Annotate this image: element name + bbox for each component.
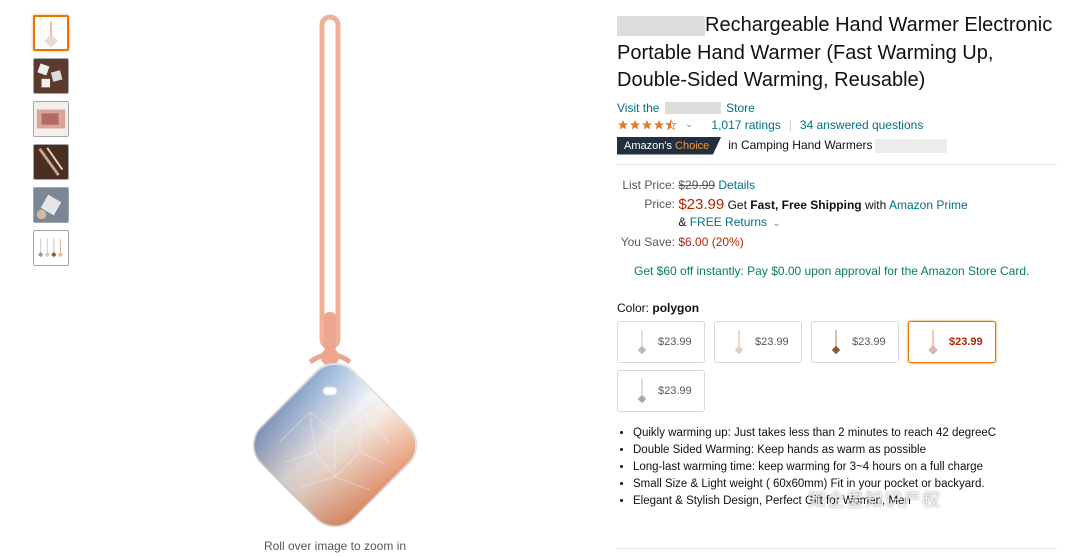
color-selected-value: polygon — [652, 300, 700, 315]
store-card-offer[interactable]: Get $60 off instantly: Pay $0.00 upon ap… — [634, 264, 1062, 278]
feature-bullet: Double Sided Warming: Keep hands as warm… — [633, 442, 1057, 459]
color-label-text: Color: — [617, 300, 650, 315]
star-rating[interactable] — [617, 118, 677, 131]
product-thumbnail-icon — [928, 329, 938, 355]
choice-category[interactable]: in Camping Hand Warmers — [728, 138, 947, 153]
list-price-row: List Price: $29.99 Details — [617, 178, 1062, 193]
badge-amazons-text: Amazon's — [624, 139, 672, 152]
half-star-icon — [665, 118, 677, 130]
list-price-value: $29.99 — [678, 177, 716, 192]
feature-bullet: Long-last warming time: keep warming for… — [633, 459, 1057, 476]
returns-row: & FREE Returns ⌄ — [617, 215, 1062, 231]
main-product-image[interactable] — [240, 12, 430, 532]
choice-category-text: in Camping Hand Warmers — [728, 138, 873, 153]
rating-row: ⌄ 1,017 ratings | 34 answered questions — [617, 118, 1062, 132]
ampersand-text: & — [678, 214, 687, 229]
free-shipping-text: Fast, Free Shipping — [750, 197, 862, 212]
star-icon — [630, 119, 640, 129]
thumbnail-4[interactable] — [33, 144, 69, 180]
color-option-4-selected[interactable]: $23.99 — [908, 320, 996, 363]
amazons-choice-badge: Amazon's Choice — [617, 136, 722, 155]
redacted-category-tail — [874, 138, 947, 153]
divider — [617, 548, 1057, 549]
color-label: Color: polygon — [617, 301, 1062, 315]
color-option-2[interactable]: $23.99 — [714, 320, 802, 363]
chevron-down-icon[interactable]: ⌄ — [685, 119, 693, 130]
amazons-choice-row: Amazon's Choice in Camping Hand Warmers — [617, 136, 1062, 155]
star-icon — [654, 119, 664, 129]
with-text: with — [864, 197, 887, 212]
empty-label — [617, 215, 675, 231]
thumbnail-strip — [33, 15, 71, 273]
separator: | — [788, 117, 792, 132]
option-price: $23.99 — [755, 335, 789, 348]
divider — [617, 163, 1057, 165]
details-link[interactable]: Details — [718, 178, 755, 192]
option-price: $23.99 — [658, 335, 692, 348]
color-option-3[interactable]: $23.99 — [811, 320, 899, 363]
thumbnail-1[interactable] — [33, 15, 69, 51]
color-swatches: $23.99 $23.99 $23.99 $23.99 $23.99 — [617, 320, 1017, 419]
price-label: Price: — [644, 196, 675, 211]
product-thumbnail-icon — [831, 329, 841, 354]
you-save-label: You Save: — [620, 234, 675, 249]
ratings-link[interactable]: 1,017 ratings — [711, 118, 780, 132]
thumbnail-3[interactable] — [33, 101, 69, 137]
option-price: $23.99 — [852, 335, 886, 348]
answered-questions-link[interactable]: 34 answered questions — [800, 118, 923, 132]
free-returns-link[interactable]: FREE Returns — [690, 215, 767, 229]
feature-bullet: Quikly warming up: Just takes less than … — [633, 425, 1057, 442]
you-save-value: $6.00 (20%) — [678, 234, 744, 249]
option-price: $23.99 — [949, 335, 983, 348]
product-title: Rechargeable Hand Warmer Electronic Port… — [617, 12, 1062, 95]
redacted-brand — [617, 15, 705, 36]
thumbnail-2[interactable] — [33, 58, 69, 94]
star-icon — [618, 119, 628, 129]
chevron-down-icon[interactable]: ⌄ — [772, 218, 780, 229]
store-link[interactable]: Visit the Store — [617, 101, 1062, 115]
watermark-text: 知企星知识产权 — [808, 490, 941, 510]
store-suffix: Store — [726, 100, 755, 115]
price-table: List Price: $29.99 Details Price: $23.99… — [617, 178, 1062, 250]
get-text: Get — [727, 197, 747, 212]
price-value: $23.99 — [678, 195, 725, 213]
badge-choice-text: Choice — [675, 139, 710, 152]
option-price: $23.99 — [658, 384, 692, 397]
star-icon — [642, 119, 652, 129]
product-thumbnail-icon — [637, 378, 647, 403]
thumbnail-6[interactable] — [33, 230, 69, 266]
product-info: Rechargeable Hand Warmer Electronic Port… — [617, 12, 1062, 510]
product-thumbnail-icon — [734, 329, 744, 354]
product-thumbnail-icon — [637, 329, 647, 354]
store-prefix: Visit the — [617, 100, 660, 115]
you-save-row: You Save: $6.00 (20%) — [617, 235, 1062, 250]
color-option-1[interactable]: $23.99 — [617, 320, 705, 363]
list-price-label: List Price: — [622, 177, 675, 192]
redacted-store-name — [664, 102, 721, 115]
price-row: Price: $23.99 Get Fast, Free Shipping wi… — [617, 197, 1062, 213]
color-option-5[interactable]: $23.99 — [617, 369, 705, 412]
thumbnail-5[interactable] — [33, 187, 69, 223]
amazon-prime-link[interactable]: Amazon Prime — [889, 198, 968, 212]
zoom-hint: Roll over image to zoom in — [263, 539, 407, 553]
